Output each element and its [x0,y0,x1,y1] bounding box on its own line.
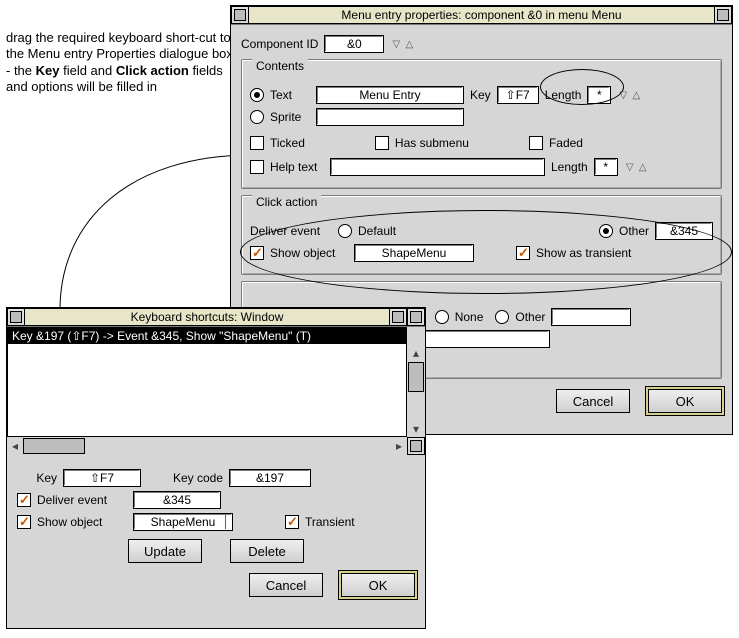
transient-label: Transient [305,515,355,529]
has-submenu-label: Has submenu [395,136,469,150]
text-radio[interactable] [250,88,264,102]
show-object-label: Show object [270,246,348,260]
length-label: Length [545,88,582,102]
has-submenu-check[interactable] [375,136,389,150]
deliver-event-field[interactable]: &345 [133,491,221,509]
length-bumps[interactable]: ▽ △ [617,87,642,103]
key-label: Key [470,88,491,102]
keyboard-shortcuts-window: Keyboard shortcuts: Window Key &197 (⇧F7… [6,307,426,629]
show-object-label: Show object [37,515,127,529]
faded-check[interactable] [529,136,543,150]
other-event-field[interactable]: &345 [655,222,713,240]
scroll-up-icon[interactable]: ▴ [407,345,425,361]
other-radio[interactable] [599,224,613,238]
titlebar: Keyboard shortcuts: Window [7,308,425,327]
caret-icon [225,515,226,529]
scroll-left-icon[interactable]: ◂ [7,438,23,454]
text-radio-label: Text [270,88,310,102]
keycode-label: Key code [147,471,223,485]
default-radio[interactable] [338,224,352,238]
scroll-thumb[interactable] [408,362,424,392]
cancel-button[interactable]: Cancel [249,573,323,597]
sprite-radio-label: Sprite [270,110,310,124]
other2-radio[interactable] [495,310,509,324]
text-field[interactable]: Menu Entry [316,86,464,104]
ticked-label: Ticked [270,136,305,150]
list-item[interactable]: Key &197 (⇧F7) -> Event &345, Show "Shap… [8,328,406,344]
scroll-down-icon[interactable]: ▾ [407,421,425,437]
key-label: Key [17,471,57,485]
key-field[interactable]: ⇧F7 [497,86,539,104]
horizontal-scrollbar[interactable]: ◂ ▸ [7,436,407,455]
show-object-field[interactable]: ShapeMenu [354,244,474,262]
sprite-radio[interactable] [250,110,264,124]
key-field[interactable]: ⇧F7 [63,469,141,487]
help-text-label: Help text [270,160,324,174]
ok-button[interactable]: OK [648,389,722,413]
click-action-legend: Click action [252,195,321,209]
component-id-label: Component ID [241,37,318,51]
bump-down-icon[interactable]: ▽ [390,36,402,52]
transient-check[interactable] [285,515,299,529]
window-title: Menu entry properties: component &0 in m… [249,6,714,24]
bump-up-icon[interactable]: △ [630,87,642,103]
show-object-field[interactable]: ShapeMenu [133,513,233,531]
help-length-bumps[interactable]: ▽ △ [624,159,649,175]
lower-field[interactable] [420,330,550,348]
vertical-scrollbar[interactable]: ▴ ▾ [406,345,425,437]
other2-radio-label: Other [515,310,545,324]
back-icon[interactable] [7,308,25,326]
resize-icon[interactable] [407,437,425,455]
help-length-field[interactable]: * [594,158,618,176]
show-object-value: ShapeMenu [151,515,216,529]
help-text-check[interactable] [250,160,264,174]
show-object-check[interactable] [17,515,31,529]
delete-button[interactable]: Delete [230,539,304,563]
bump-down-icon[interactable]: ▽ [617,87,629,103]
titlebar: Menu entry properties: component &0 in m… [231,6,732,25]
none-radio[interactable] [435,310,449,324]
other2-field[interactable] [551,308,631,326]
scroll-right-icon[interactable]: ▸ [391,438,407,454]
contents-legend: Contents [252,59,308,73]
contents-group: Contents Text Menu Entry Key ⇧F7 Length … [241,59,722,189]
help-length-label: Length [551,160,588,174]
scroll-thumb[interactable] [23,438,85,454]
show-transient-label: Show as transient [536,246,631,260]
none-radio-label: None [455,310,484,324]
window-title: Keyboard shortcuts: Window [25,308,389,326]
bump-down-icon[interactable]: ▽ [624,159,636,175]
click-action-group: Click action Deliver event Default Other… [241,195,722,275]
show-object-check[interactable] [250,246,264,260]
faded-label: Faded [549,136,583,150]
ok-button[interactable]: OK [341,573,415,597]
show-transient-check[interactable] [516,246,530,260]
help-text-field[interactable] [330,158,545,176]
toggle-size-icon[interactable] [407,308,425,326]
shortcut-list[interactable]: Key &197 (⇧F7) -> Event &345, Show "Shap… [7,327,407,437]
close-icon[interactable] [389,308,407,326]
ticked-check[interactable] [250,136,264,150]
bump-up-icon[interactable]: △ [637,159,649,175]
component-id-row: Component ID &0 ▽ △ [241,35,722,53]
component-id-bumps[interactable]: ▽ △ [390,36,415,52]
deliver-event-check[interactable] [17,493,31,507]
update-button[interactable]: Update [128,539,202,563]
other-radio-label: Other [619,224,649,238]
instructional-text: drag the required keyboard short-cut to … [6,30,234,95]
component-id-field[interactable]: &0 [324,35,384,53]
default-radio-label: Default [358,224,396,238]
bump-up-icon[interactable]: △ [403,36,415,52]
close-icon[interactable] [714,6,732,24]
deliver-event-label: Deliver event [250,224,332,238]
cancel-button[interactable]: Cancel [556,389,630,413]
length-field[interactable]: * [587,86,611,104]
deliver-event-label: Deliver event [37,493,127,507]
keycode-field[interactable]: &197 [229,469,311,487]
sprite-field[interactable] [316,108,464,126]
back-icon[interactable] [231,6,249,24]
